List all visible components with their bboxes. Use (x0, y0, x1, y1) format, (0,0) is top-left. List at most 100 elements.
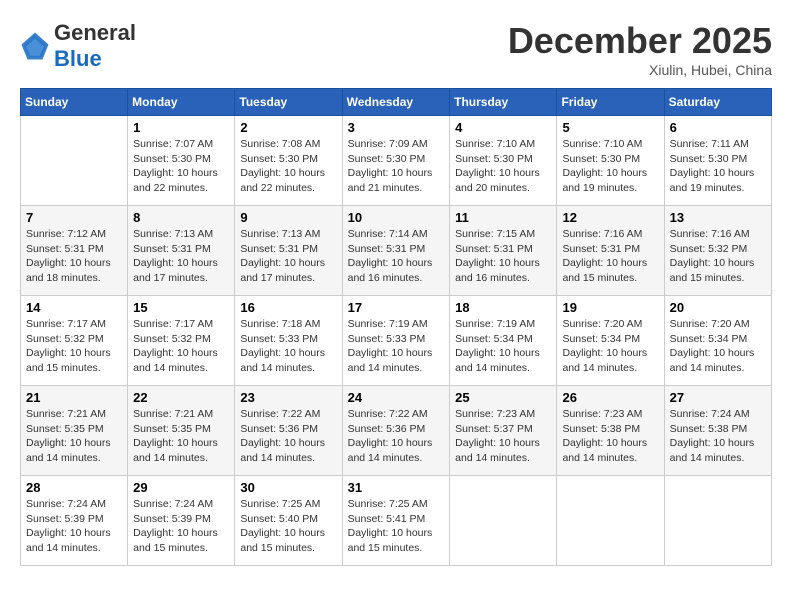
day-number: 22 (133, 390, 229, 405)
calendar-cell: 12Sunrise: 7:16 AMSunset: 5:31 PMDayligh… (557, 206, 664, 296)
calendar-cell: 5 Sunrise: 7:10 AMSunset: 5:30 PMDaylight… (557, 116, 664, 206)
calendar-cell (21, 116, 128, 206)
week-row-3: 14 Sunrise: 7:17 AMSunset: 5:32 PMDayligh… (21, 296, 772, 386)
day-info: Sunrise: 7:16 AMSunset: 5:32 PMDaylight:… (670, 227, 766, 286)
location: Xiulin, Hubei, China (508, 62, 772, 78)
calendar-cell (557, 476, 664, 566)
calendar-cell: 8 Sunrise: 7:13 AMSunset: 5:31 PMDaylight… (128, 206, 235, 296)
day-info: Sunrise: 7:23 AMSunset: 5:38 PMDaylight:… (562, 407, 658, 466)
day-info: Sunrise: 7:18 AMSunset: 5:33 PMDaylight:… (240, 317, 336, 376)
day-info: Sunrise: 7:20 AMSunset: 5:34 PMDaylight:… (670, 317, 766, 376)
day-number: 16 (240, 300, 336, 315)
calendar-header: Sunday Monday Tuesday Wednesday Thursday… (21, 89, 772, 116)
calendar-cell: 29 Sunrise: 7:24 AMSunset: 5:39 PMDayligh… (128, 476, 235, 566)
header-wednesday: Wednesday (342, 89, 450, 116)
day-number: 3 (348, 120, 445, 135)
calendar-cell: 10 Sunrise: 7:14 AMSunset: 5:31 PMDayligh… (342, 206, 450, 296)
day-info: Sunrise: 7:25 AMSunset: 5:41 PMDaylight:… (348, 497, 445, 556)
month-title: December 2025 (508, 20, 772, 62)
day-number: 28 (26, 480, 122, 495)
day-number: 6 (670, 120, 766, 135)
calendar-cell: 17 Sunrise: 7:19 AMSunset: 5:33 PMDayligh… (342, 296, 450, 386)
logo-text: General Blue (54, 20, 136, 73)
calendar-cell: 24 Sunrise: 7:22 AMSunset: 5:36 PMDayligh… (342, 386, 450, 476)
calendar-cell: 16 Sunrise: 7:18 AMSunset: 5:33 PMDayligh… (235, 296, 342, 386)
day-info: Sunrise: 7:19 AMSunset: 5:33 PMDaylight:… (348, 317, 445, 376)
header-sunday: Sunday (21, 89, 128, 116)
day-info: Sunrise: 7:24 AMSunset: 5:38 PMDaylight:… (670, 407, 766, 466)
day-number: 19 (562, 300, 658, 315)
day-info: Sunrise: 7:24 AMSunset: 5:39 PMDaylight:… (133, 497, 229, 556)
day-number: 27 (670, 390, 766, 405)
day-info: Sunrise: 7:12 AMSunset: 5:31 PMDaylight:… (26, 227, 122, 286)
calendar-cell (450, 476, 557, 566)
day-number: 2 (240, 120, 336, 135)
day-number: 14 (26, 300, 122, 315)
header-friday: Friday (557, 89, 664, 116)
day-number: 13 (670, 210, 766, 225)
logo: General Blue (20, 20, 136, 73)
day-info: Sunrise: 7:07 AMSunset: 5:30 PMDaylight:… (133, 137, 229, 196)
day-number: 12 (562, 210, 658, 225)
week-row-2: 7 Sunrise: 7:12 AMSunset: 5:31 PMDaylight… (21, 206, 772, 296)
day-number: 10 (348, 210, 445, 225)
day-info: Sunrise: 7:20 AMSunset: 5:34 PMDaylight:… (562, 317, 658, 376)
calendar-cell: 25Sunrise: 7:23 AMSunset: 5:37 PMDayligh… (450, 386, 557, 476)
calendar-cell: 14 Sunrise: 7:17 AMSunset: 5:32 PMDayligh… (21, 296, 128, 386)
calendar-cell: 20Sunrise: 7:20 AMSunset: 5:34 PMDayligh… (664, 296, 771, 386)
calendar-cell: 6 Sunrise: 7:11 AMSunset: 5:30 PMDaylight… (664, 116, 771, 206)
day-info: Sunrise: 7:09 AMSunset: 5:30 PMDaylight:… (348, 137, 445, 196)
calendar-cell: 22 Sunrise: 7:21 AMSunset: 5:35 PMDayligh… (128, 386, 235, 476)
day-info: Sunrise: 7:21 AMSunset: 5:35 PMDaylight:… (26, 407, 122, 466)
calendar-cell: 26 Sunrise: 7:23 AMSunset: 5:38 PMDayligh… (557, 386, 664, 476)
calendar-cell: 2 Sunrise: 7:08 AMSunset: 5:30 PMDaylight… (235, 116, 342, 206)
day-info: Sunrise: 7:13 AMSunset: 5:31 PMDaylight:… (240, 227, 336, 286)
calendar-body: 1 Sunrise: 7:07 AMSunset: 5:30 PMDaylight… (21, 116, 772, 566)
day-number: 21 (26, 390, 122, 405)
title-section: December 2025 Xiulin, Hubei, China (508, 20, 772, 78)
day-info: Sunrise: 7:15 AMSunset: 5:31 PMDaylight:… (455, 227, 551, 286)
calendar-cell: 31Sunrise: 7:25 AMSunset: 5:41 PMDayligh… (342, 476, 450, 566)
day-number: 23 (240, 390, 336, 405)
week-row-4: 21 Sunrise: 7:21 AMSunset: 5:35 PMDayligh… (21, 386, 772, 476)
day-info: Sunrise: 7:10 AMSunset: 5:30 PMDaylight:… (455, 137, 551, 196)
day-info: Sunrise: 7:10 AMSunset: 5:30 PMDaylight:… (562, 137, 658, 196)
day-info: Sunrise: 7:21 AMSunset: 5:35 PMDaylight:… (133, 407, 229, 466)
calendar-table: Sunday Monday Tuesday Wednesday Thursday… (20, 88, 772, 566)
calendar-cell: 18Sunrise: 7:19 AMSunset: 5:34 PMDayligh… (450, 296, 557, 386)
calendar-cell: 30Sunrise: 7:25 AMSunset: 5:40 PMDayligh… (235, 476, 342, 566)
day-info: Sunrise: 7:24 AMSunset: 5:39 PMDaylight:… (26, 497, 122, 556)
day-number: 25 (455, 390, 551, 405)
calendar-cell: 23Sunrise: 7:22 AMSunset: 5:36 PMDayligh… (235, 386, 342, 476)
day-info: Sunrise: 7:08 AMSunset: 5:30 PMDaylight:… (240, 137, 336, 196)
day-number: 5 (562, 120, 658, 135)
header-tuesday: Tuesday (235, 89, 342, 116)
calendar-cell: 21 Sunrise: 7:21 AMSunset: 5:35 PMDayligh… (21, 386, 128, 476)
day-number: 26 (562, 390, 658, 405)
week-row-1: 1 Sunrise: 7:07 AMSunset: 5:30 PMDaylight… (21, 116, 772, 206)
calendar-cell: 3 Sunrise: 7:09 AMSunset: 5:30 PMDaylight… (342, 116, 450, 206)
day-info: Sunrise: 7:14 AMSunset: 5:31 PMDaylight:… (348, 227, 445, 286)
day-number: 24 (348, 390, 445, 405)
day-number: 29 (133, 480, 229, 495)
day-info: Sunrise: 7:22 AMSunset: 5:36 PMDaylight:… (348, 407, 445, 466)
day-number: 1 (133, 120, 229, 135)
logo-blue: Blue (54, 46, 102, 71)
day-number: 15 (133, 300, 229, 315)
day-number: 11 (455, 210, 551, 225)
logo-icon (20, 31, 50, 61)
day-info: Sunrise: 7:17 AMSunset: 5:32 PMDaylight:… (133, 317, 229, 376)
day-info: Sunrise: 7:25 AMSunset: 5:40 PMDaylight:… (240, 497, 336, 556)
day-info: Sunrise: 7:11 AMSunset: 5:30 PMDaylight:… (670, 137, 766, 196)
day-number: 17 (348, 300, 445, 315)
calendar-cell: 19 Sunrise: 7:20 AMSunset: 5:34 PMDayligh… (557, 296, 664, 386)
calendar-cell: 15 Sunrise: 7:17 AMSunset: 5:32 PMDayligh… (128, 296, 235, 386)
calendar-cell: 1 Sunrise: 7:07 AMSunset: 5:30 PMDaylight… (128, 116, 235, 206)
week-row-5: 28 Sunrise: 7:24 AMSunset: 5:39 PMDayligh… (21, 476, 772, 566)
day-info: Sunrise: 7:17 AMSunset: 5:32 PMDaylight:… (26, 317, 122, 376)
day-number: 7 (26, 210, 122, 225)
day-number: 8 (133, 210, 229, 225)
header-row: Sunday Monday Tuesday Wednesday Thursday… (21, 89, 772, 116)
calendar-cell: 11 Sunrise: 7:15 AMSunset: 5:31 PMDayligh… (450, 206, 557, 296)
day-info: Sunrise: 7:13 AMSunset: 5:31 PMDaylight:… (133, 227, 229, 286)
